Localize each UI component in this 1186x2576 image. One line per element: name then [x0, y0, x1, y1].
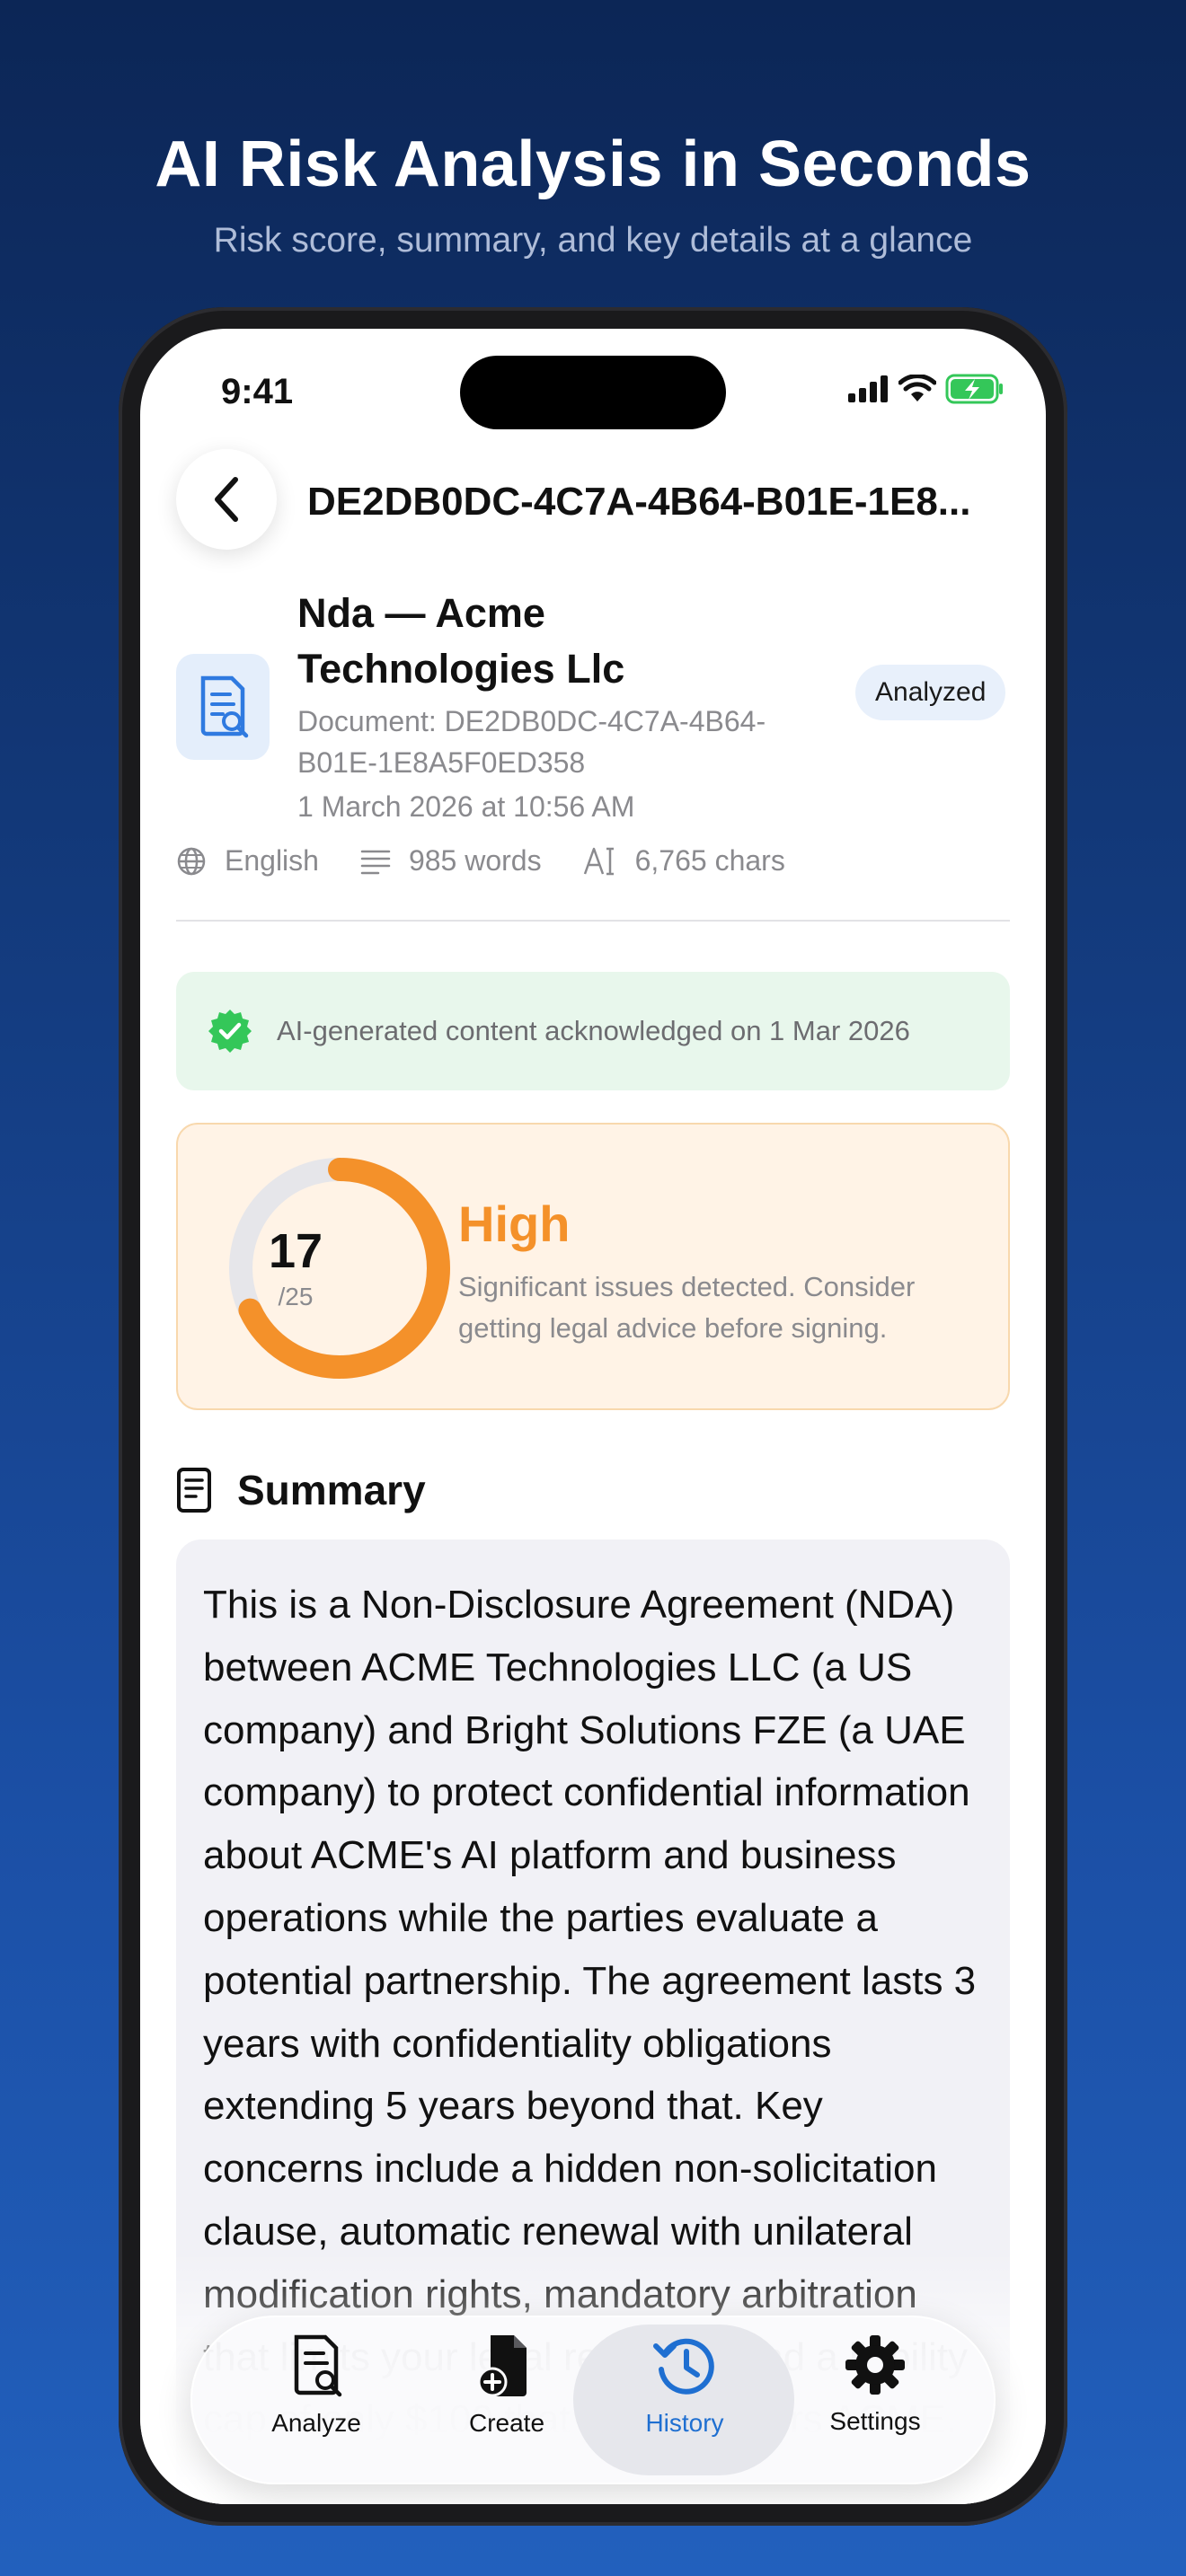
tab-history[interactable]: History — [589, 2333, 780, 2468]
tab-create[interactable]: Create — [412, 2333, 602, 2468]
nav-title: DE2DB0DC-4C7A-4B64-B01E-1E8... — [307, 480, 971, 524]
character-count-icon — [583, 847, 614, 875]
risk-score-max: /25 — [278, 1283, 314, 1310]
wifi-icon — [898, 375, 936, 401]
risk-score-card: 17 /25 High Significant issues detected.… — [176, 1123, 1010, 1410]
status-icons — [848, 374, 1005, 404]
tab-analyze-label: Analyze — [271, 2409, 361, 2437]
risk-level: High — [458, 1195, 571, 1252]
stat-words: 985 words — [360, 844, 542, 878]
chevron-left-icon — [215, 477, 238, 522]
stat-language-label: English — [225, 844, 319, 877]
stat-chars-label: 6,765 chars — [634, 844, 785, 877]
document-date: 1 March 2026 at 10:56 AM — [297, 790, 635, 823]
back-button[interactable] — [176, 449, 277, 550]
hero-subtitle: Risk score, summary, and key details at … — [213, 221, 973, 260]
app-screen: 9:41 DE2DB0DC-4C7A-4B64-B01E-1E8... Nda … — [140, 329, 1046, 2504]
ai-acknowledgement-text: AI-generated content acknowledged on 1 M… — [277, 1015, 910, 1046]
stat-chars: 6,765 chars — [583, 844, 785, 878]
tab-analyze[interactable]: Analyze — [221, 2333, 412, 2468]
divider — [176, 920, 1010, 922]
tab-history-label: History — [645, 2409, 724, 2437]
analyze-icon — [294, 2334, 342, 2397]
document-stats: English 985 words 6,765 chars — [176, 844, 827, 878]
tab-settings-label: Settings — [829, 2407, 921, 2435]
stat-language: English — [176, 844, 319, 878]
globe-icon — [177, 847, 206, 875]
tab-settings[interactable]: Settings — [780, 2333, 970, 2468]
document-text-icon — [177, 1468, 211, 1513]
tab-bar: Analyze Create History Settings — [190, 2316, 996, 2484]
history-icon — [653, 2338, 714, 2395]
summary-title: Summary — [237, 1467, 426, 1513]
ai-acknowledgement-banner: AI-generated content acknowledged on 1 M… — [176, 972, 1010, 1090]
text-lines-icon — [360, 850, 391, 874]
battery-charging-icon — [945, 374, 1003, 404]
verified-check-icon — [208, 1010, 252, 1053]
gear-icon — [845, 2335, 905, 2395]
cellular-signal-icon — [848, 375, 888, 402]
status-badge: Analyzed — [855, 665, 1006, 720]
summary-header: Summary — [176, 1466, 426, 1514]
document-id: Document: DE2DB0DC-4C7A-4B64-B01E-1E8A5F… — [297, 705, 766, 779]
risk-score-value: 17 — [268, 1224, 323, 1278]
dynamic-island — [460, 356, 726, 429]
phone-frame: 9:41 DE2DB0DC-4C7A-4B64-B01E-1E8... Nda … — [119, 307, 1067, 2526]
tab-create-label: Create — [468, 2409, 545, 2437]
stat-words-label: 985 words — [408, 844, 542, 877]
document-title: Nda — Acme Technologies Llc — [297, 590, 625, 692]
hero-title: AI Risk Analysis in Seconds — [155, 128, 1031, 200]
create-icon — [478, 2335, 527, 2397]
status-time: 9:41 — [221, 372, 294, 411]
risk-description: Significant issues detected. Consider ge… — [458, 1271, 916, 1344]
document-search-icon — [176, 654, 270, 760]
